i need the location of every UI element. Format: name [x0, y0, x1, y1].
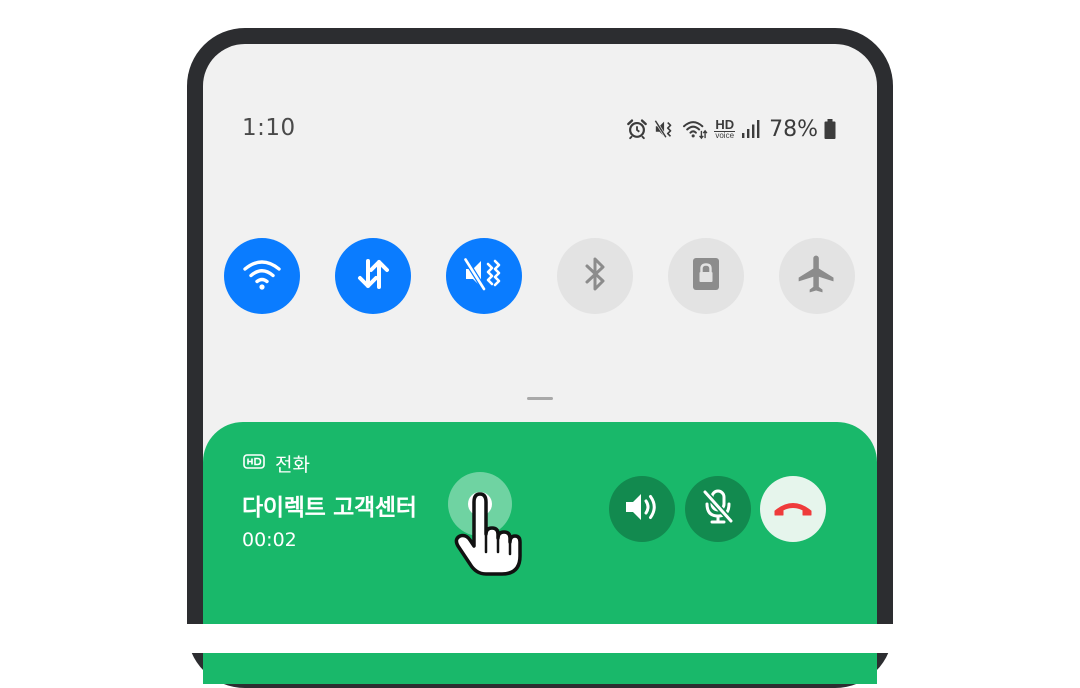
bluetooth-toggle[interactable] — [557, 238, 633, 314]
hand-pointer-icon — [452, 490, 524, 584]
mute-button[interactable] — [685, 476, 751, 542]
status-time: 1:10 — [242, 115, 296, 141]
hd-call-icon — [243, 453, 265, 474]
panel-drag-handle[interactable] — [527, 397, 553, 400]
signal-icon — [741, 118, 761, 140]
mute-icon — [700, 488, 736, 530]
hd-voice-label: HD — [714, 117, 736, 132]
wifi-calling-icon — [682, 118, 708, 140]
rotation-lock-toggle[interactable] — [668, 238, 744, 314]
alarm-icon — [626, 118, 648, 140]
notification-panel: 1:10 HD voice 78% 전화 다이렉트 고객센터 00:02 — [203, 44, 877, 684]
vibrate-toggle[interactable] — [446, 238, 522, 314]
speaker-icon — [623, 490, 661, 528]
battery-percent: 78% — [769, 116, 818, 142]
lock-icon — [688, 254, 724, 298]
airplane-icon — [795, 252, 839, 300]
page-bottom-margin — [0, 624, 1080, 653]
hd-voice-icon: HD voice — [714, 117, 736, 140]
caller-name: 다이렉트 고객센터 — [242, 495, 417, 521]
vibrate-icon — [462, 254, 506, 298]
airplane-mode-toggle[interactable] — [779, 238, 855, 314]
call-duration: 00:02 — [242, 529, 297, 551]
vibrate-icon — [654, 118, 676, 140]
end-call-button[interactable] — [760, 476, 826, 542]
speaker-button[interactable] — [609, 476, 675, 542]
mobile-data-toggle[interactable] — [335, 238, 411, 314]
end-call-icon — [771, 496, 815, 522]
call-header: 전화 — [243, 450, 310, 477]
bluetooth-icon — [577, 254, 613, 298]
data-transfer-icon — [353, 254, 393, 298]
battery-icon — [824, 118, 836, 140]
wifi-toggle[interactable] — [224, 238, 300, 314]
status-bar-icons: HD voice 78% — [626, 116, 836, 142]
voice-label: voice — [715, 131, 735, 140]
wifi-icon — [242, 257, 282, 295]
call-app-label: 전화 — [275, 454, 310, 476]
